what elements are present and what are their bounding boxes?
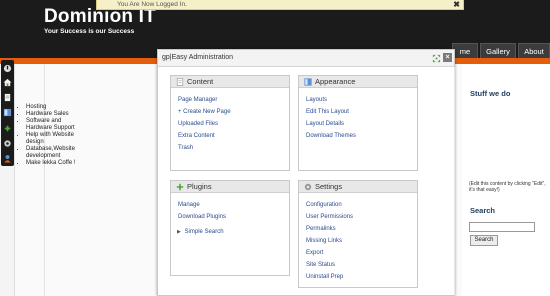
close-button[interactable]: ×	[443, 53, 452, 62]
list-item: Hardware Sales	[26, 111, 88, 118]
nav-tab-home[interactable]: me	[452, 43, 478, 58]
notice-text: You Are Now Logged In.	[117, 1, 187, 8]
link-export[interactable]: Export	[306, 250, 323, 256]
page-icon[interactable]	[3, 93, 12, 102]
link-layouts[interactable]: Layouts	[306, 97, 327, 103]
logged-in-notice: You Are Now Logged In. ✖	[96, 0, 464, 10]
link-download-themes[interactable]: Download Themes	[306, 133, 356, 139]
link-simple-search[interactable]: ▶ Simple Search	[177, 229, 224, 235]
list-item: Make lekka Coffe !	[26, 160, 88, 167]
link-create-new-page[interactable]: + Create New Page	[178, 109, 231, 115]
search-input[interactable]	[469, 222, 535, 232]
link-site-status[interactable]: Site Status	[306, 262, 335, 268]
expand-icon[interactable]	[432, 54, 441, 63]
link-manage[interactable]: Manage	[178, 202, 200, 208]
link-uninstall-prep[interactable]: Uninstall Prep	[306, 274, 343, 280]
services-list: Hosting Hardware Sales Software and Hard…	[20, 104, 88, 167]
panel-content-title: Content	[187, 77, 214, 86]
panel-content: Content Page Manager + Create New Page U…	[170, 75, 290, 171]
nav-tab-about[interactable]: About	[518, 43, 550, 58]
list-item: Hosting	[26, 104, 88, 111]
panel-plugins-title: Plugins	[187, 182, 212, 191]
plugin-icon[interactable]	[3, 124, 12, 133]
admin-toolbar	[1, 60, 14, 166]
link-page-manager[interactable]: Page Manager	[178, 97, 217, 103]
link-configuration[interactable]: Configuration	[306, 202, 342, 208]
content-divider	[44, 64, 45, 296]
link-simple-search-label: Simple Search	[184, 229, 224, 235]
search-button[interactable]: Search	[470, 235, 498, 246]
notice-close-button[interactable]: ✖	[453, 0, 460, 9]
panel-appearance: Appearance Layouts Edit This Layout Layo…	[298, 75, 418, 171]
home-icon[interactable]	[3, 78, 12, 87]
sidebar-title-services: Stuff we do	[470, 89, 511, 98]
link-permalinks[interactable]: Permalinks	[306, 226, 336, 232]
link-uploaded-files[interactable]: Uploaded Files	[178, 121, 218, 127]
power-icon[interactable]	[3, 64, 12, 73]
list-item: Database,Website development	[26, 146, 88, 160]
page-icon	[176, 78, 184, 86]
gear-icon	[304, 183, 312, 191]
panel-settings: Settings Configuration User Permissions …	[298, 180, 418, 288]
link-trash[interactable]: Trash	[178, 145, 193, 151]
panel-appearance-header: Appearance	[299, 76, 417, 88]
plugin-icon	[176, 183, 184, 191]
panel-settings-title: Settings	[315, 182, 343, 191]
site-tagline: Your Success is our Success	[44, 28, 135, 35]
list-item: Help with Website design	[26, 132, 88, 146]
link-edit-this-layout[interactable]: Edit This Layout	[306, 109, 349, 115]
triangle-right-icon: ▶	[177, 229, 181, 235]
link-missing-links[interactable]: Missing Links	[306, 238, 342, 244]
settings-icon[interactable]	[3, 139, 12, 148]
nav-tab-gallery[interactable]: Gallery	[480, 43, 516, 58]
link-layout-details[interactable]: Layout Details	[306, 121, 344, 127]
admin-dialog-scrollbar[interactable]	[454, 67, 455, 295]
link-download-plugins[interactable]: Download Plugins	[178, 214, 226, 220]
admin-dialog-titlebar[interactable]: gp|Easy Administration ×	[158, 50, 454, 67]
panel-appearance-title: Appearance	[315, 77, 356, 86]
admin-dialog-title: gp|Easy Administration	[162, 54, 234, 61]
panel-settings-header: Settings	[299, 181, 417, 193]
layout-icon[interactable]	[3, 108, 12, 117]
right-sidebar: Stuff we do Search	[462, 64, 550, 296]
panel-content-header: Content	[171, 76, 289, 88]
sidebar-edit-note: (Edit this content by clicking "Edit", i…	[469, 181, 546, 193]
panel-plugins: Plugins Manage Download Plugins ▶ Simple…	[170, 180, 290, 276]
user-icon[interactable]	[3, 154, 12, 163]
layout-icon	[304, 78, 312, 86]
link-user-permissions[interactable]: User Permissions	[306, 214, 353, 220]
sidebar-title-search: Search	[470, 206, 496, 215]
link-extra-content[interactable]: Extra Content	[178, 133, 215, 139]
list-item: Software and Hardware Support	[26, 118, 88, 132]
panel-plugins-header: Plugins	[171, 181, 289, 193]
